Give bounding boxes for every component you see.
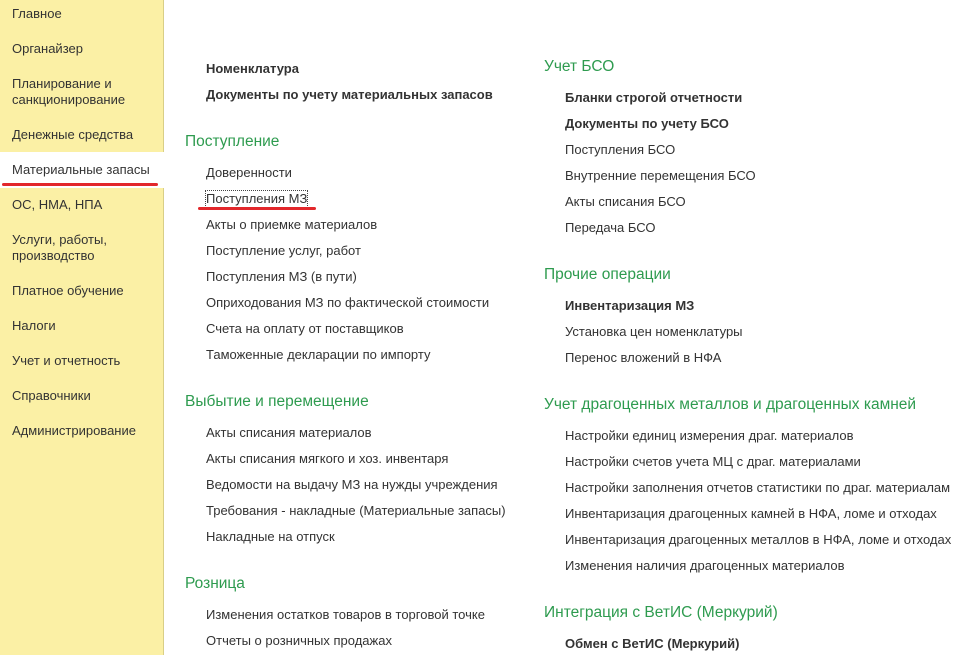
highlight-underline-link: [198, 207, 316, 210]
link-nomenclature[interactable]: Номенклатура: [206, 61, 299, 77]
link-requisitions[interactable]: Требования - накладные (Материальные зап…: [206, 503, 506, 519]
link-mz-posting[interactable]: Оприходования МЗ по фактической стоимост…: [206, 295, 489, 311]
section-title-other-operations: Прочие операции: [544, 266, 671, 283]
link-mz-in-transit[interactable]: Поступления МЗ (в пути): [206, 269, 357, 285]
section-title-bso: Учет БСО: [544, 58, 615, 75]
highlight-underline-sidebar: [2, 183, 158, 186]
sidebar-item-organizer[interactable]: Органайзер: [0, 41, 163, 57]
link-precious-stones-inventory[interactable]: Инвентаризация драгоценных камней в НФА,…: [565, 506, 937, 522]
link-bso-receipts[interactable]: Поступления БСО: [565, 142, 675, 158]
section-title-vetis: Интеграция с ВетИС (Меркурий): [544, 604, 778, 621]
sidebar-item-references[interactable]: Справочники: [0, 388, 163, 404]
sidebar-item-services[interactable]: Услуги, работы, производство: [0, 232, 163, 264]
link-release-waybills[interactable]: Накладные на отпуск: [206, 529, 335, 545]
link-mz-inventory[interactable]: Инвентаризация МЗ: [565, 298, 694, 314]
link-retail-sales-reports[interactable]: Отчеты о розничных продажах: [206, 633, 392, 649]
link-customs-declarations[interactable]: Таможенные декларации по импорту: [206, 347, 430, 363]
link-powers-of-attorney[interactable]: Доверенности: [206, 165, 292, 181]
section-title-retail: Розница: [185, 575, 245, 592]
sidebar-item-cash[interactable]: Денежные средства: [0, 127, 163, 143]
link-bso-transfer[interactable]: Передача БСО: [565, 220, 656, 236]
sidebar: Главное Органайзер Планирование и санкци…: [0, 0, 164, 655]
link-writeoff-inventory[interactable]: Акты списания мягкого и хоз. инвентаря: [206, 451, 448, 467]
link-bso-documents[interactable]: Документы по учету БСО: [565, 116, 729, 132]
link-mz-receipts[interactable]: Поступления МЗ: [204, 190, 309, 208]
link-precious-accounts-settings[interactable]: Настройки счетов учета МЦ с драг. матери…: [565, 454, 861, 470]
link-precious-units-settings[interactable]: Настройки единиц измерения драг. материа…: [565, 428, 854, 444]
link-bso-forms[interactable]: Бланки строгой отчетности: [565, 90, 742, 106]
link-mz-documents[interactable]: Документы по учету материальных запасов: [206, 87, 493, 103]
link-precious-changes[interactable]: Изменения наличия драгоценных материалов: [565, 558, 845, 574]
sidebar-item-planning[interactable]: Планирование и санкционирование: [0, 76, 163, 108]
link-bso-writeoff[interactable]: Акты списания БСО: [565, 194, 686, 210]
link-vetis-exchange[interactable]: Обмен с ВетИС (Меркурий): [565, 636, 739, 652]
link-acceptance-acts[interactable]: Акты о приемке материалов: [206, 217, 377, 233]
sidebar-item-paid-education[interactable]: Платное обучение: [0, 283, 163, 299]
sidebar-item-reporting[interactable]: Учет и отчетность: [0, 353, 163, 369]
sidebar-item-main[interactable]: Главное: [0, 6, 163, 22]
sidebar-item-fixed-assets[interactable]: ОС, НМА, НПА: [0, 197, 163, 213]
section-title-receipt: Поступление: [185, 133, 280, 150]
link-precious-stats-settings[interactable]: Настройки заполнения отчетов статистики …: [565, 480, 950, 496]
link-price-setting[interactable]: Установка цен номенклатуры: [565, 324, 743, 340]
link-bso-internal-transfers[interactable]: Внутренние перемещения БСО: [565, 168, 756, 184]
link-supplier-invoices[interactable]: Счета на оплату от поставщиков: [206, 321, 404, 337]
sidebar-item-taxes[interactable]: Налоги: [0, 318, 163, 334]
link-issue-statements[interactable]: Ведомости на выдачу МЗ на нужды учрежден…: [206, 477, 498, 493]
section-title-disposal: Выбытие и перемещение: [185, 393, 369, 410]
link-retail-stock-changes[interactable]: Изменения остатков товаров в торговой то…: [206, 607, 485, 623]
link-precious-metals-inventory[interactable]: Инвентаризация драгоценных металлов в НФ…: [565, 532, 951, 548]
sidebar-item-administration[interactable]: Администрирование: [0, 423, 163, 439]
link-services-receipt[interactable]: Поступление услуг, работ: [206, 243, 361, 259]
section-title-precious-metals: Учет драгоценных металлов и драгоценных …: [544, 396, 917, 413]
link-writeoff-materials[interactable]: Акты списания материалов: [206, 425, 372, 441]
link-nfa-transfer[interactable]: Перенос вложений в НФА: [565, 350, 721, 366]
